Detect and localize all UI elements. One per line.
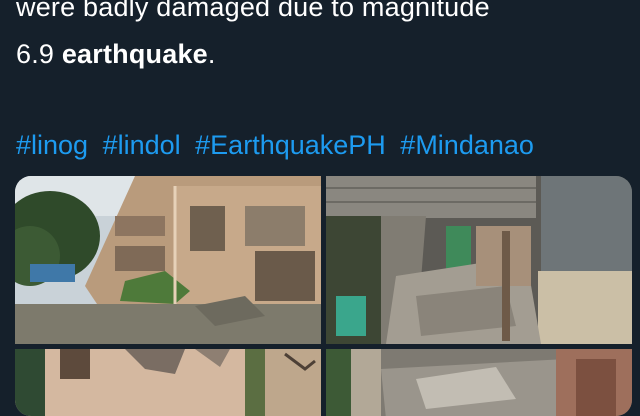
- hashtag-link[interactable]: #lindol: [103, 130, 181, 160]
- media-grid: [15, 176, 632, 416]
- hashtag-link[interactable]: #Mindanao: [400, 130, 534, 160]
- photo-image: [326, 176, 632, 344]
- tweet-line-2-prefix: 6.9: [16, 39, 62, 69]
- photo-damaged-building[interactable]: [15, 176, 321, 344]
- photo-collapsed-corridor[interactable]: [326, 176, 632, 344]
- hashtag-row: #linog #lindol #EarthquakePH #Mindanao: [16, 125, 541, 165]
- photo-cracked-wall[interactable]: [15, 349, 321, 416]
- hashtag-link[interactable]: #EarthquakePH: [195, 130, 386, 160]
- tweet-text: were badly damaged due to magnitude 6.9 …: [16, 0, 628, 78]
- photo-image: [15, 176, 321, 344]
- tweet-line-2-suffix: .: [207, 39, 216, 69]
- hashtag-link[interactable]: #linog: [16, 130, 88, 160]
- tweet-line-1: were badly damaged due to magnitude: [16, 0, 490, 22]
- photo-image: [15, 349, 321, 416]
- photo-image: [326, 349, 632, 416]
- photo-debris[interactable]: [326, 349, 632, 416]
- tweet-line-2: 6.9 earthquake.: [16, 31, 628, 78]
- tweet-bold-word: earthquake: [61, 39, 208, 69]
